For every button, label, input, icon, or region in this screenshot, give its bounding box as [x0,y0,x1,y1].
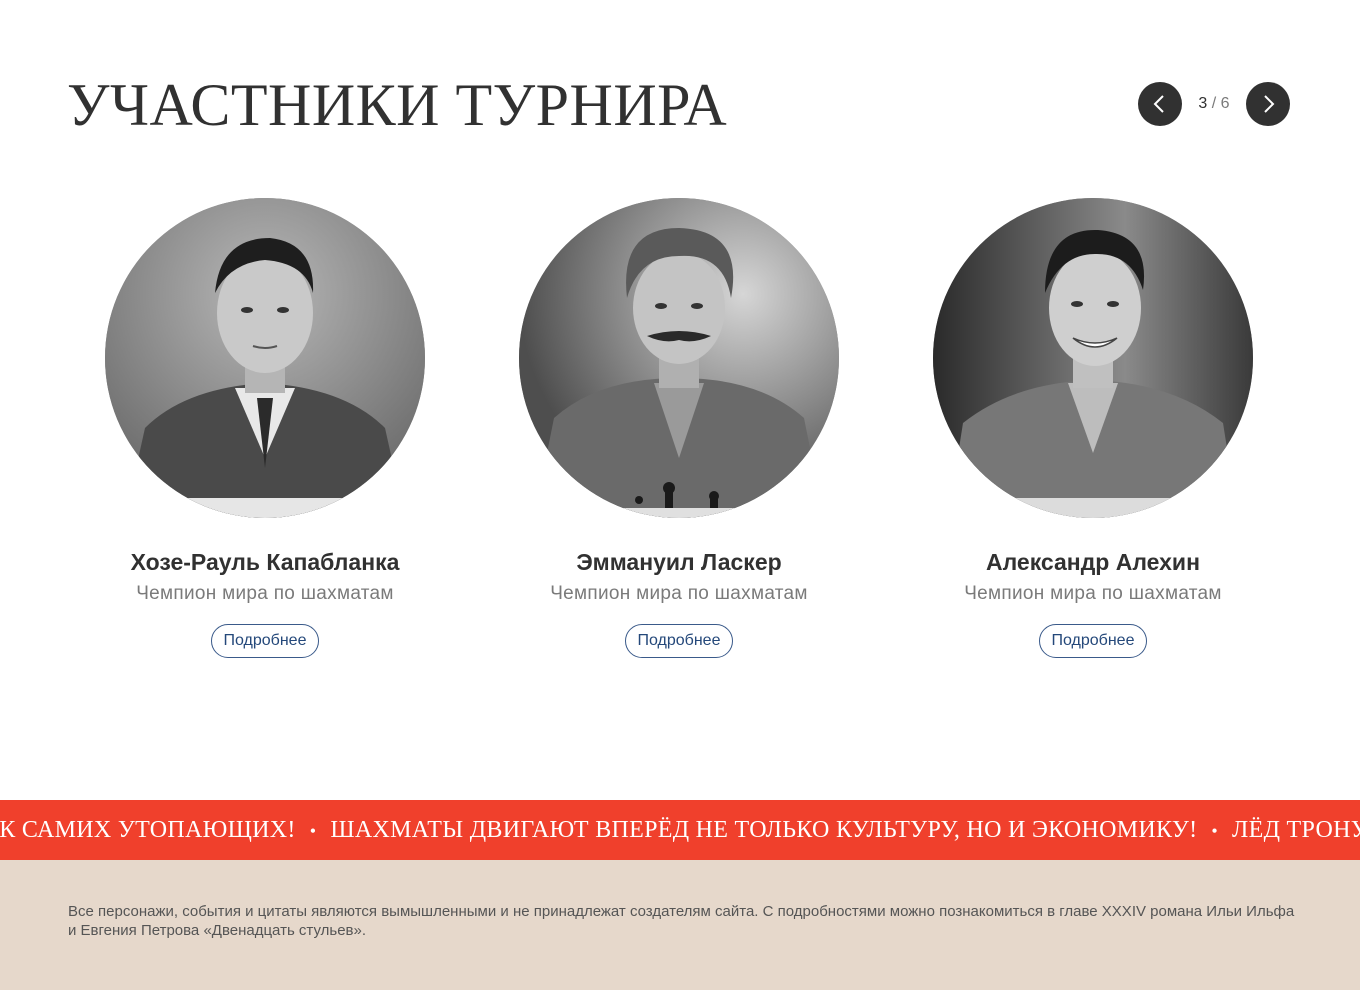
participant-name: Хозе-Рауль Капабланка [130,549,400,575]
chevron-left-icon [1153,95,1164,113]
page-title: УЧАСТНИКИ ТУРНИРА [67,72,728,138]
portrait-photo [105,198,425,518]
pager-current: 3 [1198,95,1208,112]
details-button[interactable]: Подробнее [210,624,320,658]
details-button[interactable]: Подробнее [624,624,734,658]
pager-separator: / [1211,95,1217,112]
ticker-item: ШАХМАТЫ ДВИГАЮТ ВПЕРЁД НЕ ТОЛЬКО КУЛЬТУР… [330,817,1198,843]
ticker-track: УК САМИХ УТОПАЮЩИХ! • ШАХМАТЫ ДВИГАЮТ ВПЕР… [0,800,1360,860]
footer: Все персонажи, события и цитаты являются… [0,860,1360,990]
participants-list: Хозе-Рауль Капабланка Чемпион мира по ша… [0,198,1360,668]
portrait-image [105,198,425,518]
participant-card: Хозе-Рауль Капабланка Чемпион мира по ша… [85,198,445,658]
prev-button[interactable] [1138,82,1182,126]
portrait-photo [519,198,839,518]
participant-name: Эммануил Ласкер [576,549,782,575]
participant-card: Эммануил Ласкер Чемпион мира по шахматам… [499,198,859,658]
section-header: УЧАСТНИКИ ТУРНИРА 3 / 6 [67,70,1290,140]
ticker-separator: • [309,821,317,841]
pager-total: 6 [1220,95,1230,112]
pager-count: 3 / 6 [1182,95,1246,113]
participant-role: Чемпион мира по шахматам [964,583,1222,604]
portrait-photo [933,198,1253,518]
next-button[interactable] [1246,82,1290,126]
participant-role: Чемпион мира по шахматам [550,583,808,604]
ticker-separator: • [1211,821,1219,841]
details-button[interactable]: Подробнее [1038,624,1148,658]
chevron-right-icon [1264,95,1275,113]
portrait-image [933,198,1253,518]
portrait-image [519,198,839,518]
disclaimer-text: Все персонажи, события и цитаты являются… [68,903,1295,939]
participant-role: Чемпион мира по шахматам [136,583,394,604]
ticker-item: ЛЁД ТРОНУЛСЯ [1232,817,1360,843]
news-ticker: УК САМИХ УТОПАЮЩИХ! • ШАХМАТЫ ДВИГАЮТ ВПЕР… [0,800,1360,860]
participant-card: Александр Алехин Чемпион мира по шахмата… [913,198,1273,658]
ticker-item: УК САМИХ УТОПАЮЩИХ! [0,817,296,843]
participant-name: Александр Алехин [986,549,1200,575]
pager: 3 / 6 [1138,82,1290,126]
